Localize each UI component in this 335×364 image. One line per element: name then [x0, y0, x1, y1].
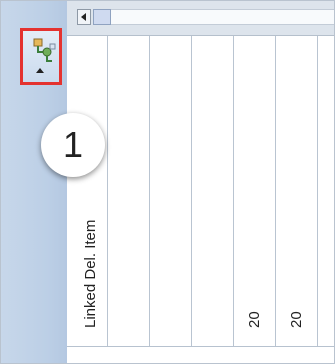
grid-line: [107, 36, 108, 346]
row-label-column: Linked Del. Item: [67, 36, 108, 346]
step-callout: 1: [41, 113, 105, 177]
header-cell: [93, 9, 111, 25]
linked-items-icon: [33, 38, 56, 62]
timeline-header-bar: [111, 9, 334, 25]
gantt-view: 1 Linked Del. Item 20 20: [0, 0, 335, 364]
cell-value: 20: [288, 311, 305, 328]
row-label: Linked Del. Item: [82, 219, 99, 328]
grid-line: [317, 36, 318, 346]
timeline-header: [67, 1, 334, 36]
arrow-left-icon[interactable]: [77, 9, 91, 25]
grid-line: [233, 36, 234, 346]
grid-line: [149, 36, 150, 346]
timeline-grid: 20 20: [107, 36, 334, 346]
scroll-area: [67, 346, 334, 363]
grid-line: [275, 36, 276, 346]
chevron-up-icon: [36, 68, 44, 73]
sidebar: [1, 1, 68, 363]
grid-line: [191, 36, 192, 346]
cell-value: 20: [246, 311, 263, 328]
linked-items-button[interactable]: [20, 28, 62, 85]
callout-number: 1: [62, 124, 84, 165]
